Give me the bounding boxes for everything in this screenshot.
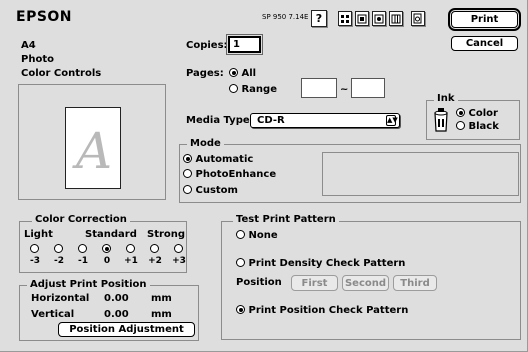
cc-num-plus1: +1 (124, 256, 138, 266)
cc-step-minus1[interactable] (78, 244, 87, 253)
cc-step-plus1[interactable] (126, 244, 135, 253)
mode-photoenhance-radio[interactable] (183, 169, 192, 178)
help-label: ? (315, 12, 323, 25)
mode-automatic-option[interactable]: Automatic (183, 154, 253, 165)
pages-all-label: All (241, 68, 257, 79)
ink-color-label: Color (468, 108, 498, 119)
preview-page: A (65, 107, 121, 189)
options-icon[interactable] (389, 11, 403, 26)
preview-toggle-icon[interactable] (372, 11, 386, 26)
test-position-check-radio[interactable] (236, 305, 245, 314)
test-position-check-option[interactable]: Print Position Check Pattern (236, 305, 408, 316)
columns-icon (391, 14, 401, 23)
mode-photoenhance-option[interactable]: PhotoEnhance (183, 169, 276, 180)
preview-icon (374, 14, 384, 23)
cc-num-minus1: -1 (78, 256, 88, 266)
preview-letter: A (75, 122, 113, 180)
horizontal-unit: mm (151, 293, 172, 304)
mode-custom-option[interactable]: Custom (183, 185, 238, 196)
vertical-unit: mm (151, 309, 172, 320)
test-none-radio[interactable] (236, 230, 245, 239)
test-position-check-label: Print Position Check Pattern (248, 305, 409, 316)
mode-automatic-radio[interactable] (183, 154, 192, 163)
brand-logo: EPSON (16, 9, 73, 25)
summary-mode: Photo (21, 54, 54, 65)
first-button[interactable]: First (291, 275, 338, 291)
mode-description-panel (322, 152, 519, 196)
mode-automatic-label: Automatic (195, 154, 254, 165)
mode-custom-label: Custom (195, 185, 238, 196)
horizontal-label: Horizontal (31, 293, 90, 304)
vertical-value: 0.00 (104, 309, 129, 320)
cc-step-minus2[interactable] (54, 244, 63, 253)
pages-range-label: Range (241, 84, 277, 95)
range-separator: ~ (340, 84, 349, 95)
position-label: Position (236, 277, 282, 288)
utility-icon[interactable] (338, 11, 352, 26)
cancel-button[interactable]: Cancel (451, 36, 518, 51)
test-pattern-title: Test Print Pattern (233, 214, 339, 225)
adjust-position-title: Adjust Print Position (27, 279, 150, 290)
position-adjustment-button[interactable]: Position Adjustment (58, 322, 195, 337)
cc-step-0[interactable] (102, 244, 111, 253)
test-density-label: Print Density Check Pattern (248, 258, 406, 269)
driver-version: SP 950 7.14E (262, 13, 309, 21)
ink-black-label: Black (468, 121, 499, 132)
test-none-option[interactable]: None (236, 230, 278, 241)
cc-strong-label: Strong (147, 229, 186, 240)
media-type-value: CD-R (257, 115, 285, 126)
print-button[interactable]: Print (448, 8, 521, 31)
copies-value: 1 (233, 39, 240, 50)
ink-title: Ink (434, 93, 458, 104)
save-settings-icon[interactable] (411, 11, 425, 26)
summary-color: Color Controls (21, 68, 102, 79)
updown-arrow-icon: ▲▼ (386, 115, 398, 126)
copies-label: Copies: (186, 40, 228, 51)
pages-label: Pages: (186, 68, 224, 79)
third-button[interactable]: Third (393, 275, 437, 291)
copies-input[interactable]: 1 (226, 34, 263, 55)
ink-black-option[interactable]: Black (456, 121, 499, 132)
cc-step-minus3[interactable] (30, 244, 39, 253)
test-density-option[interactable]: Print Density Check Pattern (236, 258, 405, 269)
horizontal-value: 0.00 (104, 293, 129, 304)
ink-cartridge-icon (434, 108, 448, 132)
ink-black-radio[interactable] (456, 121, 465, 130)
color-correction-title: Color Correction (32, 214, 130, 225)
pages-all-radio[interactable] (229, 68, 238, 77)
cc-num-minus3: -3 (30, 256, 40, 266)
vertical-label: Vertical (31, 309, 75, 320)
print-dialog: EPSON SP 950 7.14E ? Print Cancel A4 Pho… (0, 0, 528, 352)
cc-num-0: 0 (103, 256, 111, 266)
cc-light-label: Light (24, 229, 53, 240)
media-type-label: Media Type: (186, 115, 254, 126)
ink-color-radio[interactable] (456, 108, 465, 117)
cc-num-minus2: -2 (54, 256, 64, 266)
cc-step-plus2[interactable] (150, 244, 159, 253)
page-layout-icon (357, 14, 367, 23)
grid-icon (341, 14, 349, 23)
cc-num-plus2: +2 (148, 256, 162, 266)
mode-title: Mode (187, 138, 224, 149)
range-from-input[interactable] (301, 78, 337, 98)
mode-photoenhance-label: PhotoEnhance (195, 169, 277, 180)
range-to-input[interactable] (351, 78, 385, 98)
test-density-radio[interactable] (236, 258, 245, 267)
media-type-select[interactable]: CD-R ▲▼ (250, 113, 400, 128)
layout-icon[interactable] (355, 11, 369, 26)
pages-all-option[interactable]: All (229, 68, 256, 79)
ink-color-option[interactable]: Color (456, 108, 498, 119)
second-button[interactable]: Second (342, 275, 389, 291)
pages-range-radio[interactable] (229, 84, 238, 93)
test-none-label: None (248, 230, 278, 241)
page-preview: A (18, 84, 166, 200)
document-icon (413, 13, 422, 24)
cc-step-plus3[interactable] (174, 244, 183, 253)
summary-paper: A4 (21, 40, 36, 51)
pages-range-option[interactable]: Range (229, 84, 277, 95)
help-button[interactable]: ? (311, 10, 327, 27)
cc-standard-label: Standard (85, 229, 137, 240)
cc-num-plus3: +3 (172, 256, 186, 266)
mode-custom-radio[interactable] (183, 185, 192, 194)
